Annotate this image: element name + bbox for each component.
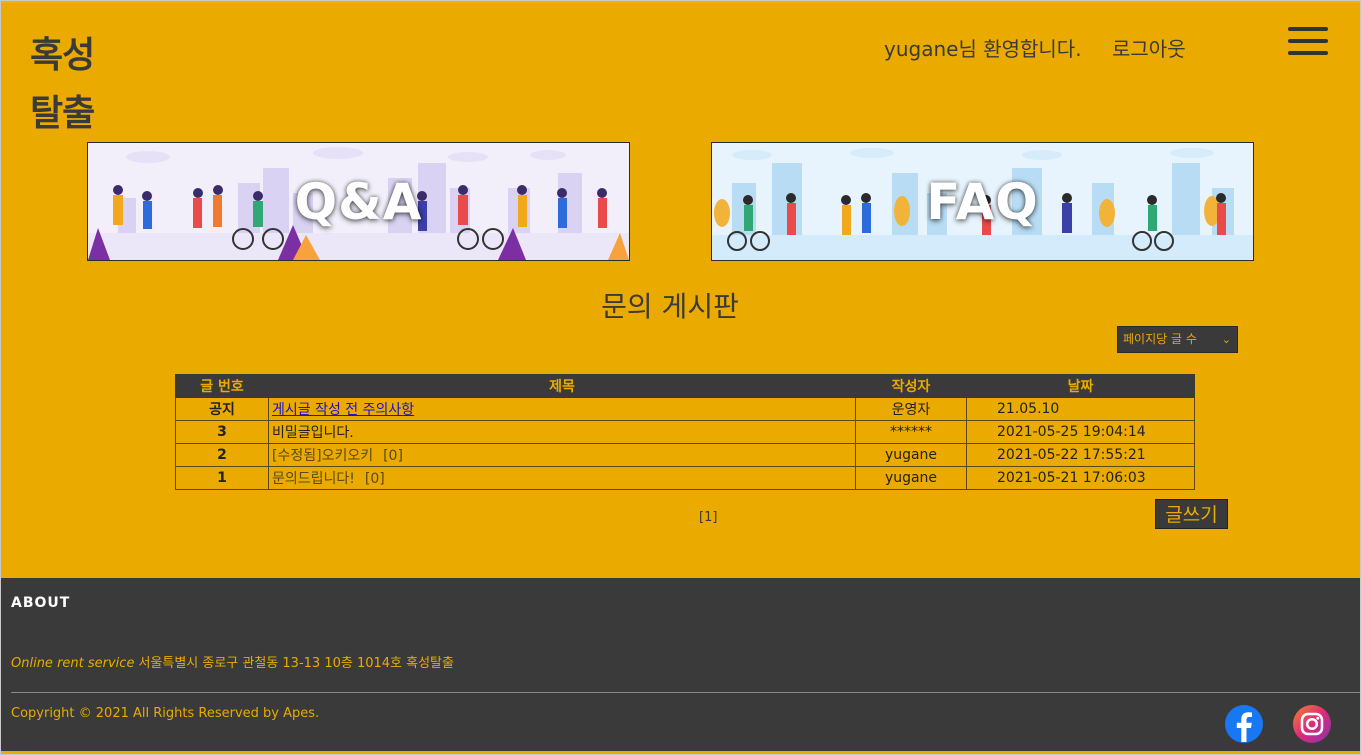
column-header-title: 제목: [268, 374, 856, 398]
pagination-page-1[interactable]: [1]: [699, 510, 717, 525]
board-table: 글 번호 제목 작성자 날짜 공지 게시글 작성 전 주의사항 운영자 21.0…: [175, 374, 1195, 490]
comment-count: [0]: [364, 471, 385, 487]
post-date: 21.05.10: [966, 397, 1195, 421]
post-number: 공지: [175, 397, 269, 421]
hamburger-menu-icon[interactable]: [1288, 27, 1328, 55]
post-date: 2021-05-25 19:04:14: [966, 420, 1195, 444]
qa-banner[interactable]: Q&A: [87, 142, 630, 261]
logout-link[interactable]: 로그아웃: [1112, 33, 1186, 62]
logo-line-1: 혹성: [30, 35, 95, 76]
footer-address: Online rent service 서울특별시 종로구 관철동 13-13 1…: [11, 652, 454, 671]
comment-count: [0]: [383, 448, 403, 464]
post-title-link[interactable]: [수정됨]오키오키: [272, 448, 373, 464]
chevron-down-icon: ⌄: [1221, 333, 1231, 346]
footer-address-text: 서울특별시 종로구 관철동 13-13 10층 1014호 혹성탈출: [138, 656, 454, 671]
qa-banner-label: Q&A: [294, 172, 423, 231]
column-header-author: 작성자: [855, 374, 967, 398]
footer: ABOUT Online rent service 서울특별시 종로구 관철동 1…: [0, 578, 1361, 755]
logo-line-2: 탈출: [30, 93, 95, 134]
site-logo[interactable]: 혹성 탈출: [30, 27, 120, 143]
column-header-date: 날짜: [966, 374, 1195, 398]
footer-service-name: Online rent service: [11, 656, 135, 671]
page-title: 문의 게시판: [601, 290, 739, 323]
post-author: yugane: [855, 443, 967, 467]
footer-divider: [11, 692, 1361, 693]
post-author: yugane: [855, 466, 967, 490]
table-row[interactable]: 1 문의드립니다! [0] yugane 2021-05-21 17:06:03: [175, 466, 1195, 490]
table-row[interactable]: 2 [수정됨]오키오키 [0] yugane 2021-05-22 17:55:2…: [175, 443, 1195, 467]
column-header-number: 글 번호: [175, 374, 269, 398]
post-number: 1: [175, 466, 269, 490]
post-title-link[interactable]: 비밀글입니다.: [272, 425, 354, 441]
footer-copyright: Copyright © 2021 All Rights Reserved by …: [11, 706, 320, 721]
post-date: 2021-05-22 17:55:21: [966, 443, 1195, 467]
post-number: 2: [175, 443, 269, 467]
post-author: 운영자: [855, 397, 967, 421]
notice-post-link[interactable]: 게시글 작성 전 주의사항: [272, 402, 414, 418]
table-row[interactable]: 공지 게시글 작성 전 주의사항 운영자 21.05.10: [175, 397, 1195, 421]
welcome-message: yugane님 환영합니다.: [884, 37, 1082, 61]
footer-about-heading: ABOUT: [11, 595, 71, 611]
per-page-select-value: 페이지당 글 수: [1123, 332, 1197, 346]
bottom-accent-line: [0, 751, 1361, 755]
per-page-select[interactable]: 페이지당 글 수 ⌄: [1117, 326, 1238, 353]
faq-banner-label: FAQ: [926, 172, 1039, 231]
table-header-row: 글 번호 제목 작성자 날짜: [175, 374, 1195, 398]
write-post-button[interactable]: 글쓰기: [1155, 499, 1228, 529]
table-row[interactable]: 3 비밀글입니다. ****** 2021-05-25 19:04:14: [175, 420, 1195, 444]
faq-banner[interactable]: FAQ: [711, 142, 1254, 261]
post-number: 3: [175, 420, 269, 444]
facebook-icon[interactable]: [1225, 705, 1263, 743]
post-title-link[interactable]: 문의드립니다!: [272, 471, 355, 487]
instagram-icon[interactable]: [1293, 705, 1331, 743]
post-date: 2021-05-21 17:06:03: [966, 466, 1195, 490]
post-author: ******: [855, 420, 967, 444]
top-accent-bar: [0, 0, 1361, 3]
